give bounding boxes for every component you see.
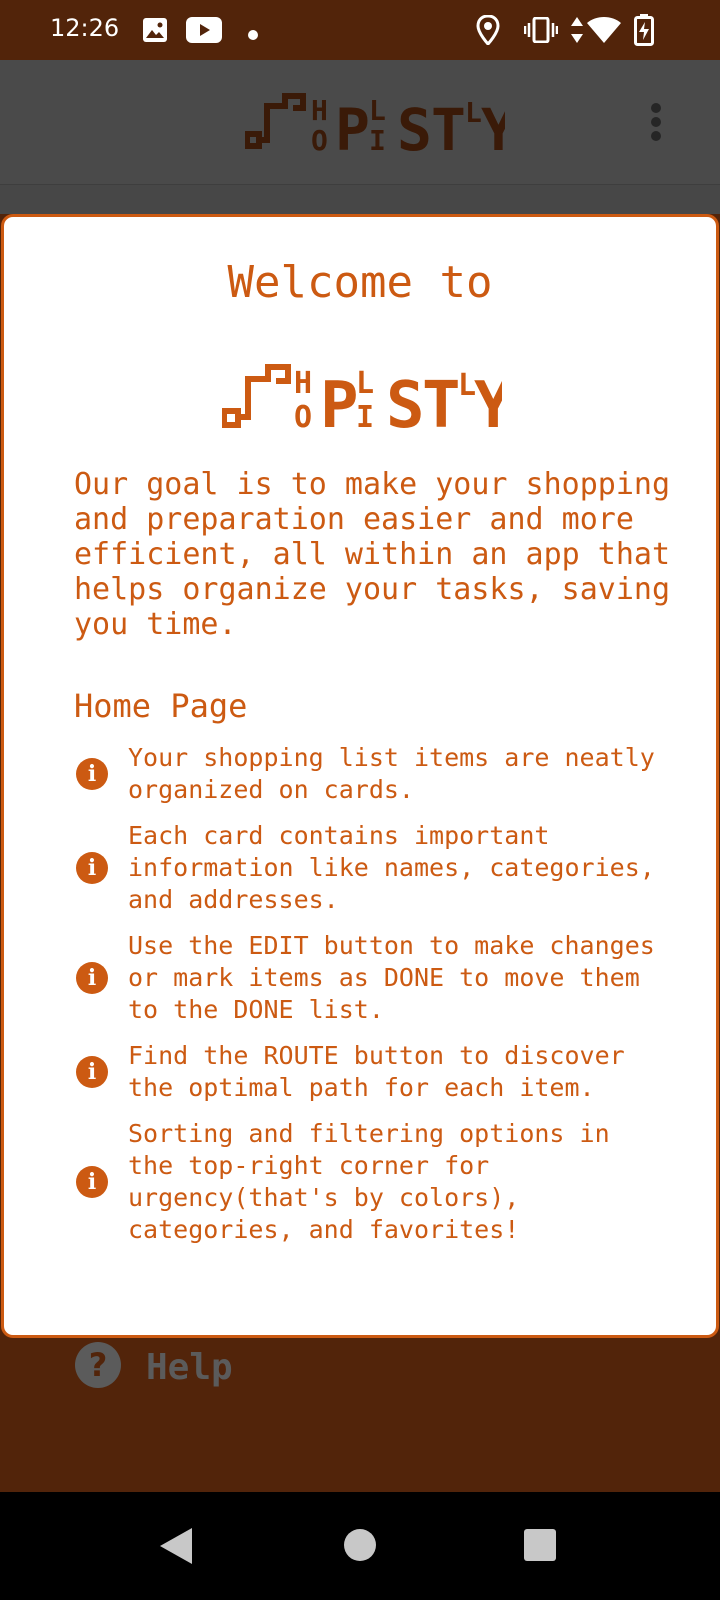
list-item: i Your shopping list items are neatly or…: [76, 742, 696, 806]
info-icon: i: [76, 962, 108, 994]
svg-text:Y: Y: [481, 96, 505, 152]
navigation-bar: [0, 1492, 720, 1600]
shoplistly-logo: H O P L I S T L Y: [221, 364, 513, 443]
dialog-title: Welcome to: [227, 257, 493, 308]
help-label: Help: [146, 1346, 233, 1388]
image-icon: [142, 17, 168, 47]
svg-text:S: S: [397, 96, 432, 152]
welcome-dialog: Welcome to H O P L I S T L Y Our goal is…: [1, 214, 719, 1338]
info-text: Find the ROUTE button to discover the op…: [128, 1041, 625, 1102]
recents-icon[interactable]: [523, 1528, 557, 1566]
info-icon: i: [76, 1056, 108, 1088]
data-arrows-icon: [570, 16, 584, 48]
info-icon: i: [76, 1166, 108, 1198]
help-circle-icon: ?: [74, 1341, 122, 1393]
more-vert-icon[interactable]: [650, 102, 662, 146]
info-icon: i: [76, 852, 108, 884]
svg-text:T: T: [431, 96, 466, 152]
list-item: i Sorting and filtering options in the t…: [76, 1118, 696, 1246]
status-time: 12:26: [50, 14, 120, 42]
svg-text:I: I: [369, 124, 386, 152]
svg-text:H: H: [294, 366, 312, 401]
svg-text:O: O: [311, 124, 328, 152]
location-icon: [476, 14, 500, 49]
section-heading-home-page: Home Page: [74, 687, 248, 725]
vibrate-icon: [523, 16, 559, 47]
app-logo: H O P L I S T L Y: [244, 88, 516, 164]
dialog-logo: H O P L I S T L Y: [221, 357, 513, 443]
shoplistly-logo: H O P L I S T L Y: [244, 93, 516, 164]
app-bar-divider: [0, 184, 720, 214]
svg-text:L: L: [369, 94, 386, 127]
info-text: Each card contains important information…: [128, 821, 655, 914]
svg-text:I: I: [356, 400, 374, 431]
svg-text:P: P: [335, 96, 370, 152]
battery-charging-icon: [634, 14, 654, 50]
list-item: i Each card contains important informati…: [76, 820, 696, 916]
intro-text: Our goal is to make your shopping and pr…: [74, 467, 671, 642]
info-list: i Your shopping list items are neatly or…: [76, 742, 696, 1260]
help-row[interactable]: ? Help: [74, 1342, 233, 1392]
svg-text:O: O: [294, 400, 312, 431]
info-text: Sorting and filtering options in the top…: [128, 1119, 610, 1244]
home-icon[interactable]: [343, 1528, 377, 1566]
status-bar: 12:26: [0, 0, 720, 60]
svg-text:H: H: [311, 94, 328, 127]
svg-text:L: L: [465, 96, 482, 129]
wifi-icon: [586, 16, 622, 48]
svg-text:Y: Y: [474, 369, 502, 431]
svg-text:L: L: [356, 366, 374, 401]
back-icon[interactable]: [158, 1526, 194, 1570]
svg-text:S: S: [386, 369, 425, 431]
dot-icon: [248, 25, 258, 44]
info-text: Use the EDIT button to make changes or m…: [128, 931, 655, 1024]
svg-text:T: T: [422, 369, 461, 431]
info-icon: i: [76, 758, 108, 790]
info-text: Your shopping list items are neatly orga…: [128, 743, 655, 804]
svg-text:?: ?: [89, 1346, 108, 1384]
list-item: i Find the ROUTE button to discover the …: [76, 1040, 696, 1104]
svg-text:P: P: [320, 369, 359, 431]
youtube-icon: [186, 17, 222, 47]
list-item: i Use the EDIT button to make changes or…: [76, 930, 696, 1026]
